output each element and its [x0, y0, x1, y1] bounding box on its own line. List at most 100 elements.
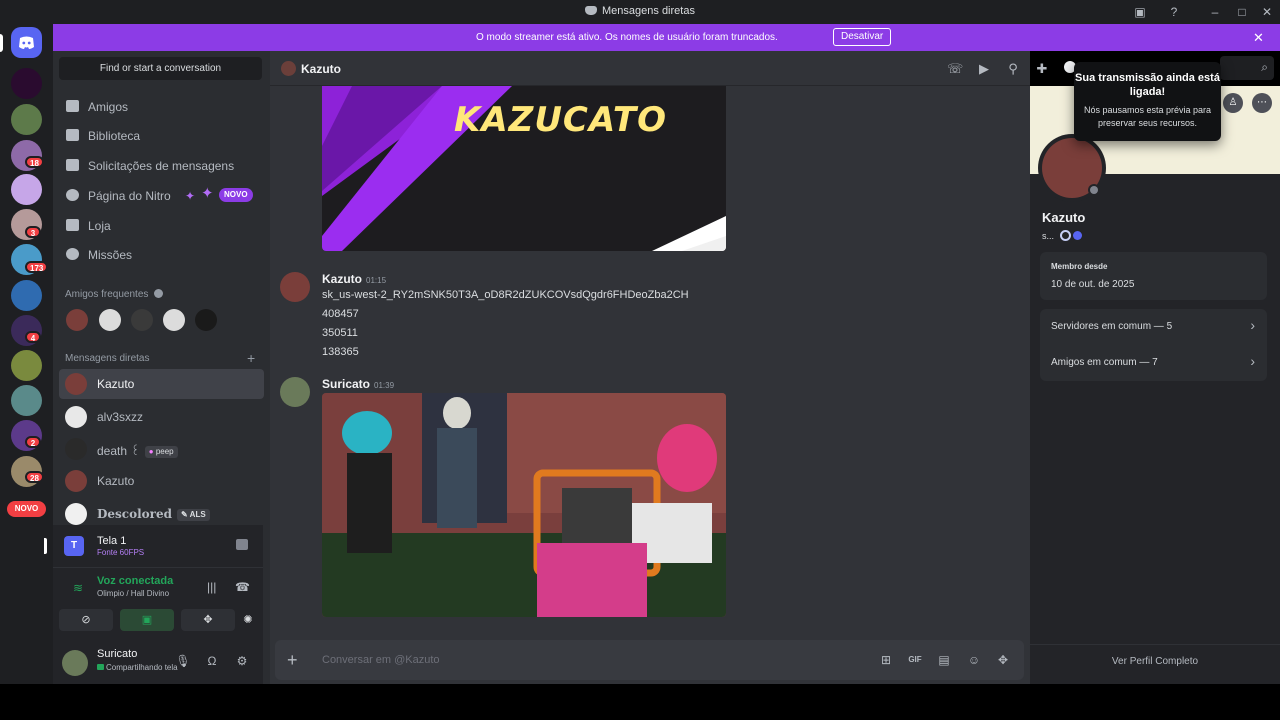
- video-call-icon[interactable]: ▶: [976, 61, 992, 77]
- composer-placeholder[interactable]: Conversar em @Kazuto: [322, 654, 440, 666]
- status-ring: [1088, 184, 1100, 196]
- image-attachment[interactable]: [322, 393, 726, 617]
- camera-off-button[interactable]: ⊘: [59, 609, 113, 631]
- chat-header: Kazuto ☏ ▶ ⚲ ✚: [270, 51, 1047, 86]
- disconnect-icon[interactable]: ☎: [235, 580, 250, 594]
- share-screen-button[interactable]: ▣: [120, 609, 174, 631]
- more-options-icon[interactable]: ⋯: [1252, 93, 1272, 113]
- soundboard-button[interactable]: ✺: [242, 609, 254, 631]
- chevron-right-icon[interactable]: ›: [1250, 317, 1255, 333]
- add-friend-icon[interactable]: ♙: [1223, 93, 1243, 113]
- streamer-mode-banner: O modo streamer está ativo. Os nomes de …: [53, 24, 1280, 51]
- discord-home-icon[interactable]: [11, 27, 42, 58]
- message-time: 01:39: [374, 381, 395, 390]
- server-icon[interactable]: [11, 385, 42, 416]
- member-since-label: Membro desde: [1051, 262, 1108, 271]
- settings-gear-icon[interactable]: ⚙: [234, 653, 250, 669]
- gift-icon[interactable]: ⊞: [878, 652, 894, 668]
- sharing-icon: [97, 664, 104, 670]
- author-avatar[interactable]: [280, 272, 310, 302]
- add-friends-icon[interactable]: ✚: [1034, 61, 1050, 77]
- badge-icon[interactable]: [1059, 230, 1071, 241]
- profile-name: Kazuto: [1042, 210, 1086, 225]
- apps-icon[interactable]: ✥: [995, 652, 1011, 668]
- sticker-icon[interactable]: ▤: [936, 652, 952, 668]
- dm-name: Kazuto: [97, 474, 135, 488]
- author-name[interactable]: Suricato: [322, 377, 370, 391]
- emoji-icon[interactable]: ☺: [966, 652, 982, 668]
- server-icon[interactable]: [11, 174, 42, 205]
- server-icon[interactable]: [11, 104, 42, 135]
- message-line: 350511: [322, 327, 358, 339]
- server-icon[interactable]: [11, 68, 42, 99]
- avatar[interactable]: [62, 650, 88, 676]
- recipient-name[interactable]: Kazuto: [301, 62, 341, 76]
- badge-icon[interactable]: [1073, 231, 1083, 240]
- screen-share-icon[interactable]: ▣: [1132, 4, 1148, 20]
- chat-area: Kazuto ☏ ▶ ⚲ ✚ KAZUCATO Kazuto 01:15 sk_u…: [270, 51, 1047, 684]
- gif-icon[interactable]: GIF: [907, 652, 923, 668]
- mutual-friends[interactable]: Amigos em comum — 7: [1051, 357, 1158, 368]
- message-composer[interactable]: + Conversar em @Kazuto ⊞ GIF ▤ ☺ ✥: [275, 640, 1024, 680]
- nav-quests[interactable]: Missões: [59, 241, 262, 267]
- disable-streamer-button[interactable]: Desativar: [833, 28, 892, 46]
- message-time: 01:15: [366, 276, 387, 285]
- author-name[interactable]: Kazuto: [322, 272, 362, 286]
- close-banner-icon[interactable]: ✕: [1253, 30, 1264, 46]
- artwork-illustration: [322, 393, 726, 617]
- user-voice-panel: T Tela 1 Fonte 60FPS ≋ Voz conectada Oli…: [44, 525, 263, 684]
- nav-library[interactable]: Biblioteca: [59, 122, 262, 148]
- new-servers-pill[interactable]: NOVO: [7, 501, 46, 517]
- minimize-button[interactable]: –: [1207, 4, 1223, 20]
- frequent-friend-avatar[interactable]: [163, 309, 185, 331]
- microphone-icon[interactable]: 🎙: [175, 653, 191, 669]
- author-avatar[interactable]: [280, 377, 310, 407]
- user-status: Compartilhando tela: [97, 663, 178, 672]
- info-icon[interactable]: [154, 289, 164, 298]
- create-dm-icon[interactable]: +: [247, 350, 255, 366]
- dm-item-kazuto-2[interactable]: Kazuto: [59, 466, 264, 496]
- nav-shop[interactable]: Loja: [59, 212, 262, 238]
- activities-button[interactable]: ✥: [181, 609, 235, 631]
- help-icon[interactable]: ?: [1166, 4, 1182, 20]
- dm-item-alv3sxzz[interactable]: alv3sxzz: [59, 402, 264, 432]
- nav-label: Loja: [88, 219, 111, 233]
- voice-status[interactable]: Voz conectada: [97, 575, 173, 587]
- frequent-friend-avatar[interactable]: [195, 309, 217, 331]
- noise-suppression-icon[interactable]: |||: [207, 580, 216, 594]
- nitro-new-badge: NOVO: [219, 188, 253, 202]
- image-attachment[interactable]: KAZUCATO: [322, 86, 726, 251]
- offline-status-icon: [1090, 186, 1098, 194]
- dm-item-death[interactable]: death ꒰ ● peep: [59, 434, 264, 464]
- close-window-button[interactable]: ✕: [1259, 4, 1275, 20]
- mutual-servers[interactable]: Servidores em comum — 5: [1051, 321, 1172, 332]
- server-icon[interactable]: [11, 350, 42, 381]
- pin-icon[interactable]: ⚲: [1005, 61, 1021, 77]
- maximize-button[interactable]: □: [1234, 4, 1250, 20]
- nav-message-requests[interactable]: Solicitações de mensagens: [59, 152, 262, 178]
- headphones-icon[interactable]: Ω: [204, 653, 220, 669]
- stop-stream-icon[interactable]: [236, 539, 248, 550]
- nav-friends[interactable]: Amigos: [59, 93, 262, 119]
- member-since-card: Membro desde 10 de out. de 2025: [1040, 252, 1267, 300]
- frequent-friend-avatar[interactable]: [131, 309, 153, 331]
- frequent-friend-avatar[interactable]: [99, 309, 121, 331]
- server-badge: 3: [25, 226, 41, 238]
- message-line: 138365: [322, 346, 359, 358]
- profile-status: s...: [1042, 230, 1083, 241]
- voice-call-icon[interactable]: ☏: [947, 61, 963, 77]
- stream-preview-row[interactable]: T Tela 1 Fonte 60FPS: [44, 525, 263, 567]
- dm-item-kazuto[interactable]: Kazuto: [59, 369, 264, 399]
- chevron-right-icon[interactable]: ›: [1250, 353, 1255, 369]
- server-icon[interactable]: [11, 280, 42, 311]
- screen-icon: T: [64, 536, 84, 556]
- frequent-friend-avatar[interactable]: [66, 309, 88, 331]
- view-full-profile-link[interactable]: Ver Perfil Completo: [1030, 656, 1280, 667]
- image-text: KAZUCATO: [454, 100, 668, 140]
- search-box[interactable]: ⌕: [1220, 56, 1274, 80]
- sparkle-icon: ✦: [185, 189, 196, 203]
- voice-channel[interactable]: Olimpio / Hall Divino: [97, 589, 169, 598]
- avatar: [65, 373, 87, 395]
- find-conversation-button[interactable]: Find or start a conversation: [59, 57, 262, 80]
- attach-plus-icon[interactable]: +: [287, 651, 298, 669]
